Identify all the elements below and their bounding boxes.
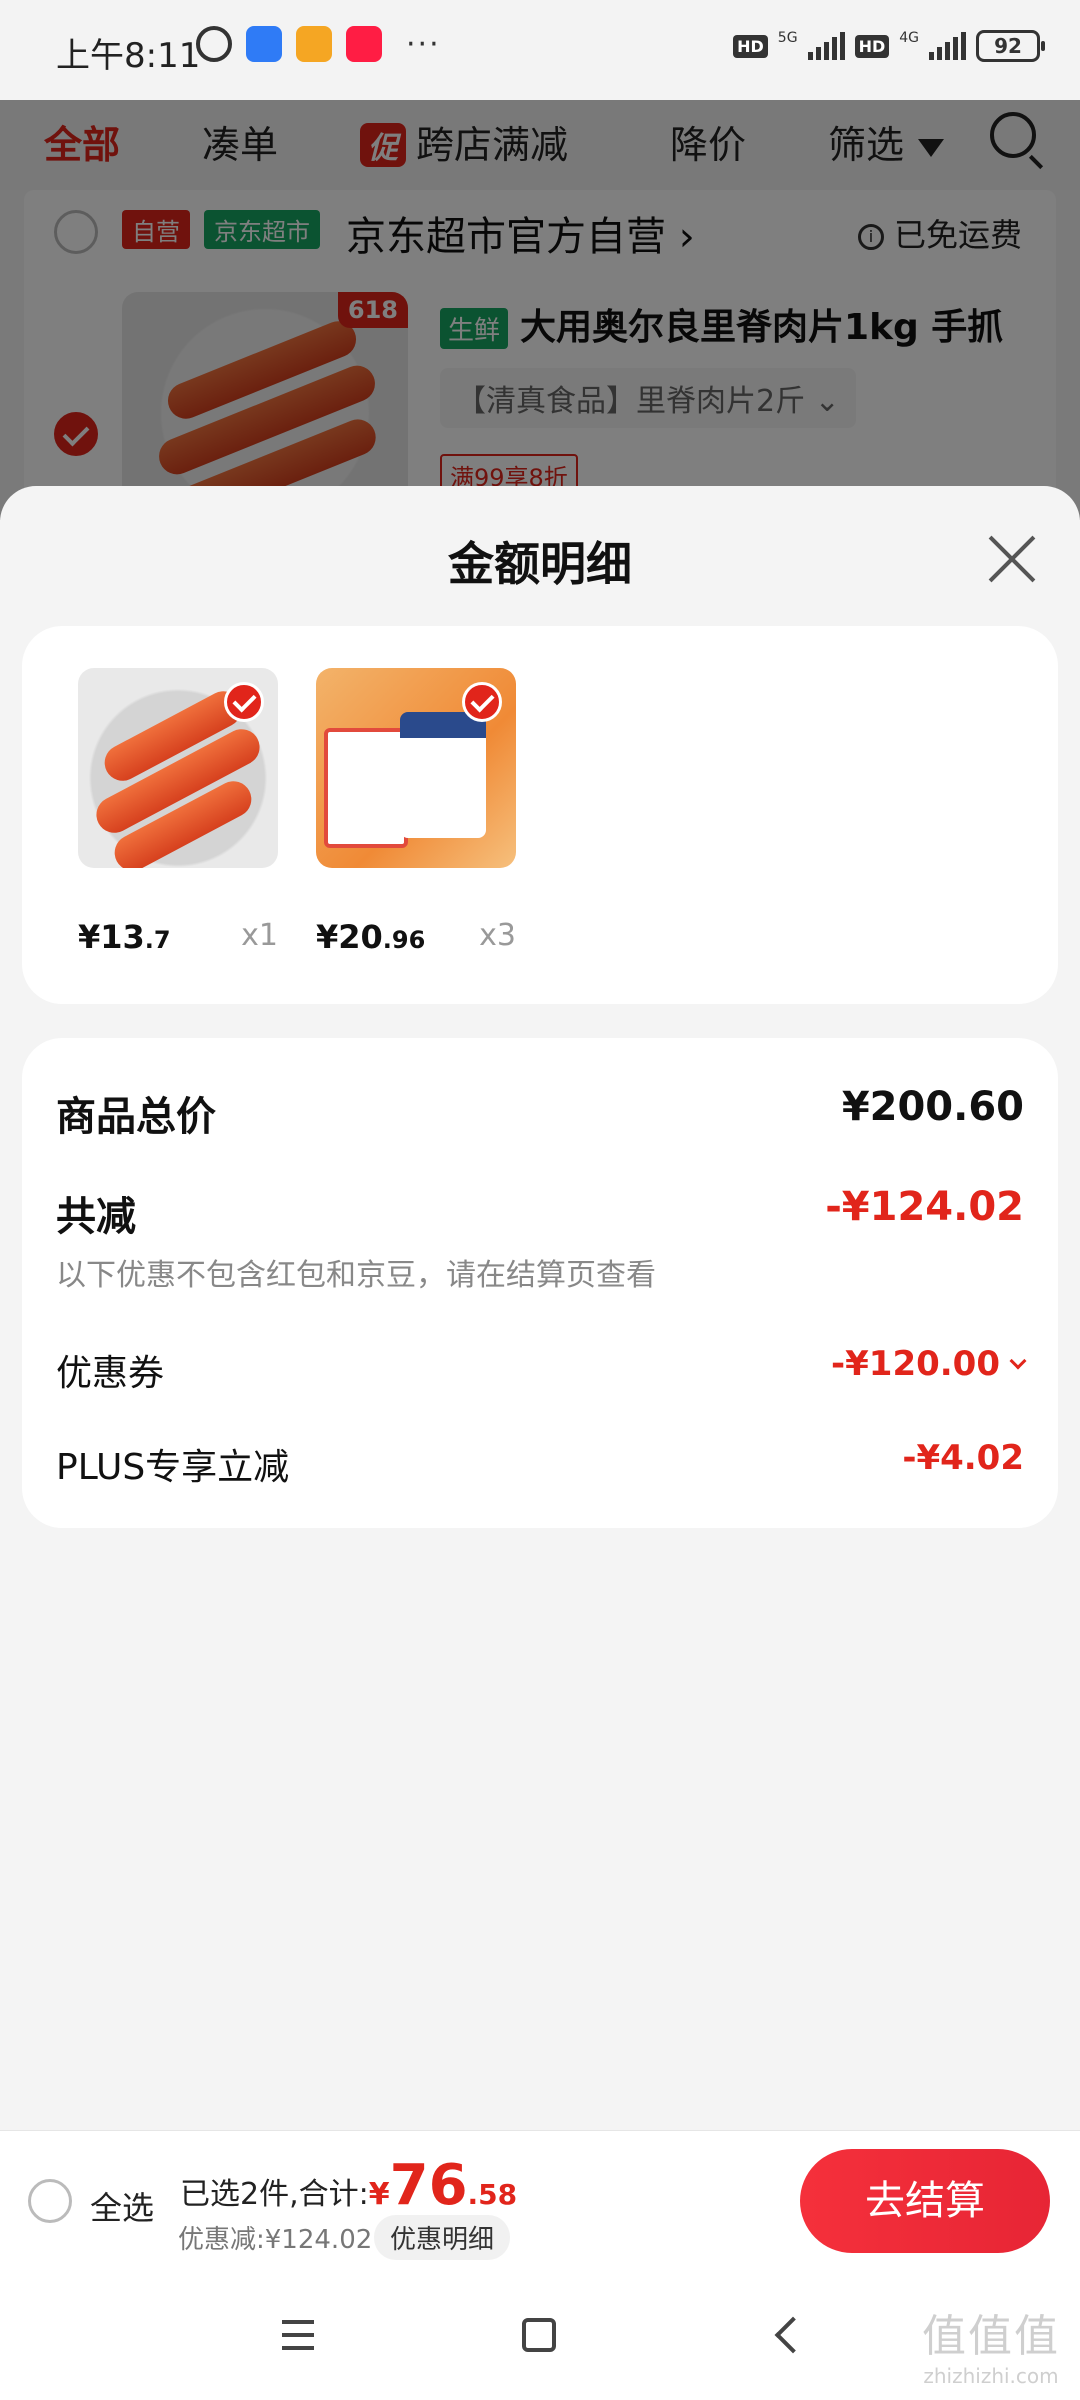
item-price: ¥20.96 xyxy=(316,918,426,956)
status-bar: 上午8:11 ··· HD 5G HD 4G 92 xyxy=(0,0,1080,100)
home-icon[interactable] xyxy=(522,2318,556,2352)
tmall-app-icon xyxy=(346,26,382,62)
hd-badge-2: HD xyxy=(854,34,890,58)
watermark-logo: 值值值 xyxy=(922,2311,1060,2362)
network-label-5g: 5G xyxy=(777,30,798,46)
price-summary-card: 商品总价 ¥200.60 共减 -¥124.02 以下优惠不包含红包和京豆，请在… xyxy=(22,1038,1058,1528)
plus-discount-value: -¥4.02 xyxy=(902,1438,1024,1478)
item-quantity: x1 xyxy=(241,918,278,953)
battery-icon: 92 xyxy=(976,30,1045,62)
more-notifications-icon: ··· xyxy=(406,26,441,62)
item-price: ¥13.7 xyxy=(78,918,171,956)
back-icon[interactable] xyxy=(774,2316,812,2354)
selected-item[interactable]: ¥13.7 x1 xyxy=(78,668,278,956)
selected-total: 已选2件,合计:¥76.58 xyxy=(180,2153,518,2218)
total-amount: 76 xyxy=(389,2153,468,2218)
checkout-button[interactable]: 去结算 xyxy=(800,2149,1050,2253)
select-all-label[interactable]: 全选 xyxy=(90,2183,154,2229)
chevron-down-icon xyxy=(1009,1352,1027,1370)
discount-amount: 优惠减:¥124.02 xyxy=(178,2225,373,2255)
status-indicators: HD 5G HD 4G 92 xyxy=(733,30,1045,62)
total-reduction-label: 共减 xyxy=(56,1194,136,1240)
sheet-title: 金额明细 xyxy=(448,537,632,591)
618-app-icon xyxy=(296,26,332,62)
dim-overlay[interactable] xyxy=(0,100,1080,520)
status-time: 上午8:11 xyxy=(56,36,201,76)
total-reduction-value: -¥124.02 xyxy=(825,1184,1024,1230)
check-badge-icon xyxy=(462,682,502,722)
selected-item[interactable]: ¥20.96 x3 xyxy=(316,668,516,956)
watermark-domain: zhizhizhi.com xyxy=(923,2364,1059,2388)
selected-count-text: 已选2件,合计: xyxy=(180,2177,369,2212)
drink-product-image xyxy=(316,668,516,868)
signal-icon-2 xyxy=(929,32,966,60)
amount-detail-sheet: 金额明细 ¥13.7 x1 ¥20.96 x3 商品总价 ¥200.60 共减 … xyxy=(0,486,1080,2130)
item-quantity: x3 xyxy=(479,918,516,953)
coupon-label: 优惠券 xyxy=(56,1353,165,1394)
checkout-bar: 全选 已选2件,合计:¥76.58 优惠减:¥124.02 优惠明细 去结算 xyxy=(0,2130,1080,2270)
signal-icon xyxy=(807,32,845,60)
total-price-value: ¥200.60 xyxy=(841,1084,1024,1130)
network-label-4g: 4G xyxy=(899,30,919,46)
watermark: 值值值 zhizhizhi.com xyxy=(922,2300,1060,2388)
status-app-icons: ··· xyxy=(196,26,441,62)
system-nav-bar: 值值值 zhizhizhi.com xyxy=(0,2270,1080,2400)
coupon-row[interactable]: -¥120.00 xyxy=(831,1344,1027,1384)
selected-items-card: ¥13.7 x1 ¥20.96 x3 xyxy=(22,626,1058,1004)
total-price-label: 商品总价 xyxy=(56,1094,216,1140)
alarm-icon xyxy=(196,26,232,62)
hd-badge: HD xyxy=(733,34,768,58)
select-all-radio[interactable] xyxy=(28,2179,72,2223)
menu-icon[interactable] xyxy=(282,2320,314,2350)
close-icon[interactable] xyxy=(986,532,1038,584)
drink-cup xyxy=(400,712,486,838)
plus-discount-label: PLUS专享立减 xyxy=(56,1447,290,1488)
chicken-product-image xyxy=(78,668,278,868)
coupon-value: -¥120.00 xyxy=(831,1344,1000,1384)
discount-detail-button[interactable]: 优惠明细 xyxy=(374,2215,511,2260)
check-badge-icon xyxy=(224,682,264,722)
drink-box xyxy=(324,728,408,848)
reduction-note: 以下优惠不包含红包和京豆，请在结算页查看 xyxy=(56,1258,656,1293)
baidu-app-icon xyxy=(246,26,282,62)
